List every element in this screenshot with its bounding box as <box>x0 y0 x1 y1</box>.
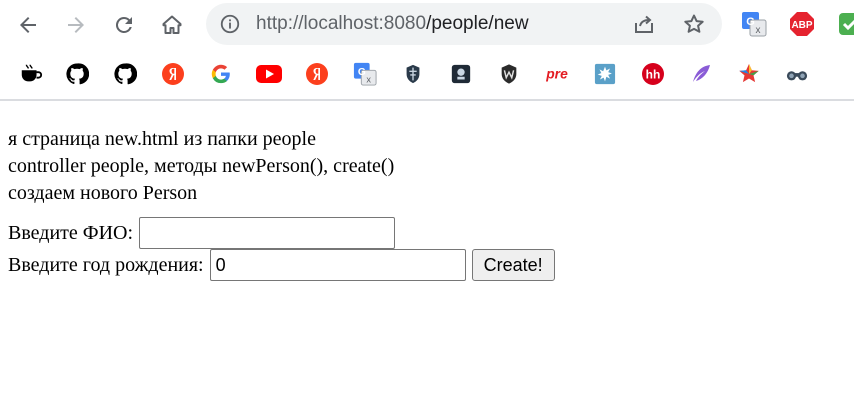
year-row: Введите год рождения: Create! <box>8 249 555 281</box>
year-label: Введите год рождения: <box>8 253 204 276</box>
bookmark-star-icon[interactable] <box>682 12 706 36</box>
google-icon[interactable] <box>208 61 234 87</box>
fio-label: Введите ФИО: <box>8 221 134 244</box>
world-of-tanks-icon[interactable] <box>496 61 522 87</box>
github-icon[interactable] <box>64 61 90 87</box>
url-host: http://localhost:8080 <box>256 13 427 34</box>
fio-row: Введите ФИО: <box>8 217 555 249</box>
fio-input[interactable] <box>139 217 396 249</box>
splash-icon[interactable] <box>592 61 618 87</box>
toolbar-divider <box>0 99 854 101</box>
svg-text:x: x <box>756 25 761 36</box>
svg-text:G: G <box>358 67 366 78</box>
cup-icon[interactable] <box>18 61 44 87</box>
dark-app-icon[interactable] <box>448 61 474 87</box>
controller-info-line: controller people, методы newPerson(), c… <box>8 155 395 177</box>
new-person-form: Введите ФИО: Введите год рождения: Creat… <box>8 217 555 281</box>
hh-label: hh <box>646 68 661 82</box>
svg-text:G: G <box>746 16 755 28</box>
bookmarks-bar: G x pre hh <box>0 50 854 98</box>
page-heading-line: я страница new.html из папки people <box>8 128 316 150</box>
info-icon[interactable] <box>218 12 242 36</box>
yandex-icon[interactable] <box>160 61 186 87</box>
green-extension-icon[interactable] <box>838 11 854 37</box>
home-button[interactable] <box>152 5 192 45</box>
colorful-star-icon[interactable] <box>736 61 762 87</box>
github-icon[interactable] <box>112 61 138 87</box>
back-button[interactable] <box>8 5 48 45</box>
reload-icon <box>115 16 132 33</box>
abp-label: ABP <box>791 20 812 31</box>
share-icon[interactable] <box>632 12 656 36</box>
pre-label: pre <box>545 65 568 81</box>
google-translate-icon[interactable]: G x <box>352 61 378 87</box>
yandex-icon[interactable] <box>304 61 330 87</box>
home-icon <box>162 15 182 34</box>
create-person-line: создаем нового Person <box>8 182 198 204</box>
svg-text:x: x <box>366 74 371 84</box>
forward-button[interactable] <box>56 5 96 45</box>
address-bar[interactable]: http://localhost:8080/people/new <box>206 3 722 45</box>
warships-icon[interactable] <box>400 61 426 87</box>
page-content: я страница new.html из папки people cont… <box>8 126 555 281</box>
feather-icon[interactable] <box>688 61 714 87</box>
binoculars-icon[interactable] <box>784 61 810 87</box>
reload-button[interactable] <box>104 5 144 45</box>
create-button[interactable]: Create! <box>471 249 555 281</box>
year-of-birth-input[interactable] <box>209 249 466 281</box>
url-path: /people/new <box>426 13 529 34</box>
hh-icon[interactable]: hh <box>640 61 666 87</box>
youtube-icon[interactable] <box>256 61 282 87</box>
arrow-left-icon <box>20 17 36 33</box>
google-translate-icon[interactable]: G x <box>741 11 767 37</box>
url-text[interactable]: http://localhost:8080/people/new <box>256 13 529 35</box>
arrow-right-icon <box>68 17 84 33</box>
browser-toolbar: http://localhost:8080/people/new G x ABP <box>0 0 854 50</box>
pre-icon[interactable]: pre <box>544 61 570 87</box>
adblock-plus-icon[interactable]: ABP <box>789 11 815 37</box>
